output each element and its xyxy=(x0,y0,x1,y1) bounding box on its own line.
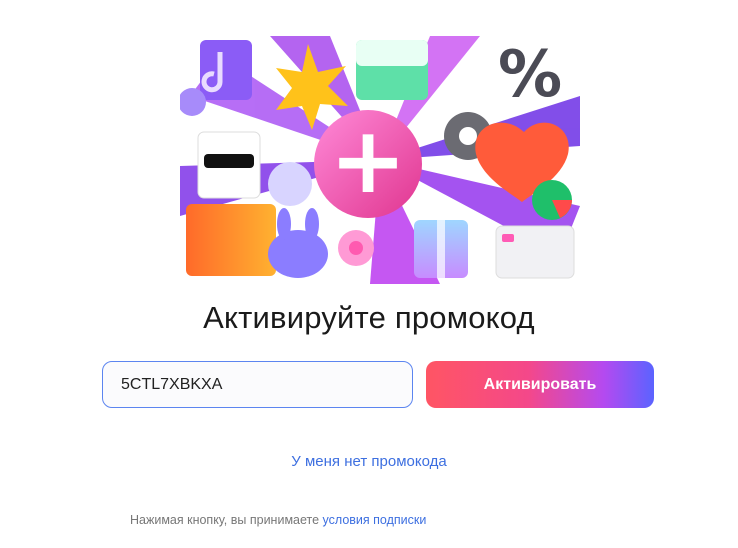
promo-hero-illustration: % + xyxy=(180,36,580,284)
orange-stripes xyxy=(186,204,276,276)
promo-code-input[interactable] xyxy=(102,361,413,408)
subscription-terms-link[interactable]: условия подписки xyxy=(323,513,427,527)
bunny-face xyxy=(268,230,328,278)
legal-text: Нажимая кнопку, вы принимаете xyxy=(130,513,320,527)
disco-ball xyxy=(268,162,312,206)
no-promo-code-link[interactable]: У меня нет промокода xyxy=(0,453,738,470)
svg-text:%: % xyxy=(498,38,562,112)
page-title: Активируйте промокод xyxy=(203,300,535,335)
grey-card xyxy=(495,225,575,279)
legal-notice: Нажимая кнопку, вы принимаете условия по… xyxy=(130,513,426,527)
activate-button[interactable]: Активировать xyxy=(426,361,654,408)
svg-text:+: + xyxy=(329,107,406,214)
